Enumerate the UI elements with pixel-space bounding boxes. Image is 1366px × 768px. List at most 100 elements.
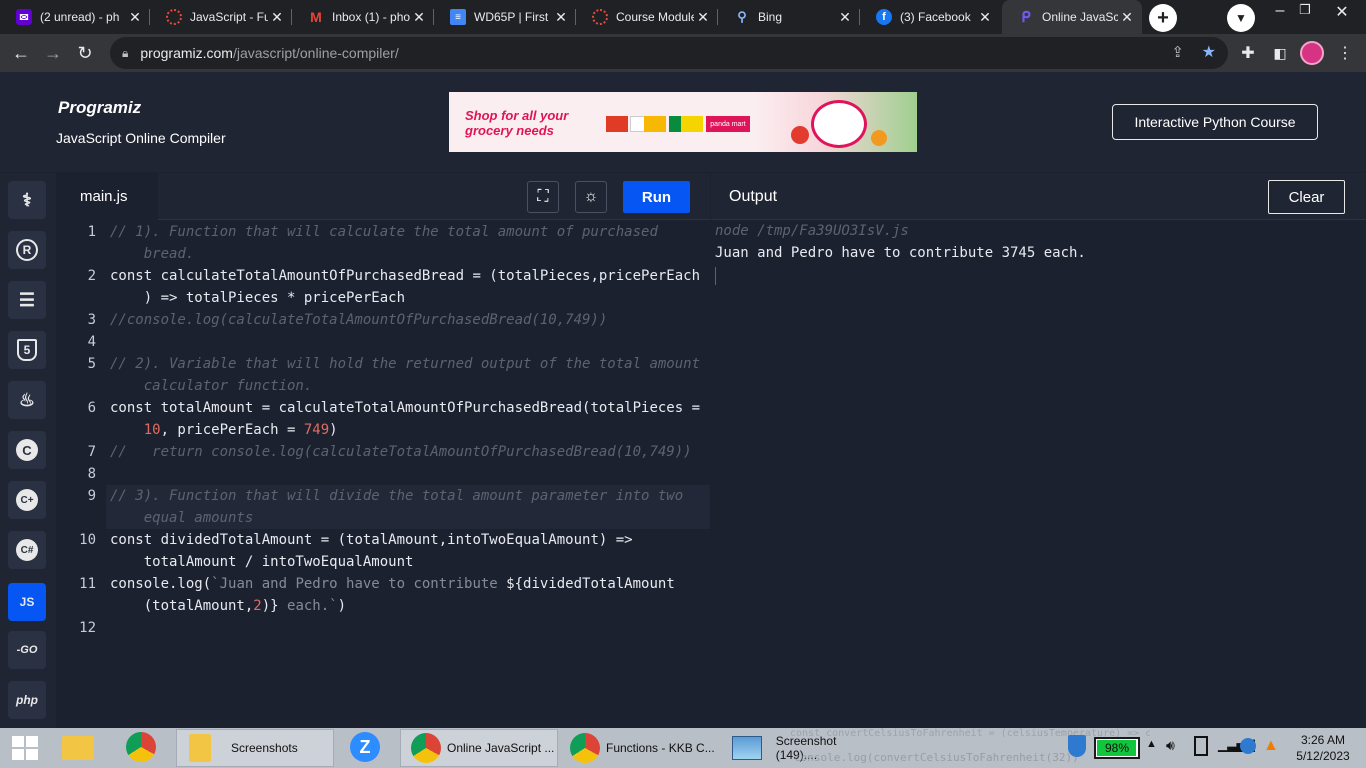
output-console[interactable]: node /tmp/Fa39UO3IsV.js Juan and Pedro h… bbox=[711, 221, 1366, 728]
zoom-pin[interactable]: Z bbox=[350, 732, 384, 764]
code-line: (totalAmount,2)} each.`) bbox=[110, 595, 710, 617]
c-button[interactable]: C bbox=[8, 431, 46, 469]
ad-store-logo bbox=[644, 116, 666, 132]
code-line: const totalAmount = calculateTotalAmount… bbox=[110, 397, 710, 419]
window-close-button[interactable]: ✕ bbox=[1327, 2, 1357, 26]
speaker-icon[interactable]: 🔊︎ bbox=[1166, 737, 1175, 754]
code-token: totalAmount = calculateTotalAmountOfPurc… bbox=[160, 400, 701, 416]
output-cursor bbox=[715, 267, 716, 285]
code-comment: //console.log(calculateTotalAmountOfPurc… bbox=[110, 312, 608, 328]
close-icon[interactable]: ✕ bbox=[268, 9, 286, 26]
csharp-icon: C# bbox=[16, 539, 38, 561]
go-button[interactable]: -GO bbox=[8, 631, 46, 669]
start-button[interactable] bbox=[12, 736, 38, 760]
browser-tab[interactable]: JavaScript - Fun ✕ bbox=[150, 0, 292, 34]
js-button[interactable]: JS bbox=[8, 583, 46, 621]
share-icon[interactable]: ⇪ bbox=[1171, 43, 1184, 61]
tab-search-button[interactable]: ▼ bbox=[1227, 4, 1255, 32]
html-button[interactable]: 5 bbox=[8, 331, 46, 369]
battery-indicator[interactable]: 98% bbox=[1094, 737, 1140, 759]
line-number: 5 bbox=[87, 356, 96, 372]
windows-logo-icon bbox=[12, 736, 38, 760]
php-button[interactable]: php bbox=[8, 681, 46, 719]
browser-tab-active[interactable]: ᑭ Online JavaScr ✕ bbox=[1002, 0, 1142, 34]
fruit-icon bbox=[871, 130, 887, 146]
bookmark-star-icon[interactable]: ★ bbox=[1202, 42, 1216, 62]
close-icon[interactable]: ✕ bbox=[410, 9, 428, 26]
side-panel-button[interactable]: ◧ bbox=[1265, 38, 1295, 68]
close-icon[interactable]: ✕ bbox=[126, 9, 144, 26]
advertisement-banner[interactable]: Shop for all your grocery needs panda ma… bbox=[449, 92, 917, 152]
extensions-button[interactable]: ✚ bbox=[1233, 38, 1263, 68]
taskbar-window[interactable]: Online JavaScript ... bbox=[400, 729, 558, 767]
reload-button[interactable]: ↻ bbox=[70, 38, 100, 68]
url-path: /javascript/online-compiler/ bbox=[232, 45, 399, 61]
code-number: 10 bbox=[143, 422, 161, 438]
tab-title: Inbox (1) - pho bbox=[332, 10, 410, 24]
close-icon[interactable]: ✕ bbox=[976, 9, 994, 26]
browser-tab[interactable]: ✉ (2 unread) - ph ✕ bbox=[0, 0, 150, 34]
code-comment: // 3). Function that will divide the tot… bbox=[110, 488, 684, 504]
file-explorer-pin[interactable] bbox=[62, 732, 98, 764]
code-line: console.log(`Juan and Pedro have to cont… bbox=[110, 573, 710, 595]
tab-title: Course Module bbox=[616, 10, 694, 24]
browser-tab[interactable]: ⚲ Bing ✕ bbox=[718, 0, 860, 34]
tab-title: JavaScript - Fun bbox=[190, 10, 268, 24]
editor-header: main.js ⛶ ☼ Run bbox=[56, 173, 710, 220]
close-icon: ✕ bbox=[1335, 4, 1349, 21]
fullscreen-button[interactable]: ⛶ bbox=[527, 181, 559, 213]
forward-button[interactable]: → bbox=[38, 38, 68, 68]
code-token: console.log( bbox=[110, 576, 212, 592]
browser-tab[interactable]: Course Module ✕ bbox=[576, 0, 718, 34]
code-token: ) bbox=[337, 598, 347, 614]
code-line: equal amounts bbox=[110, 507, 710, 529]
restore-button[interactable]: ❐ bbox=[1293, 2, 1317, 26]
tab-title: (3) Facebook bbox=[900, 10, 971, 24]
clear-button[interactable]: Clear bbox=[1268, 180, 1345, 214]
facebook-icon: f bbox=[876, 9, 892, 25]
close-icon[interactable]: ✕ bbox=[694, 9, 712, 26]
close-icon[interactable]: ✕ bbox=[1118, 9, 1136, 26]
code-number: 749 bbox=[303, 422, 330, 438]
app-tray-icon[interactable] bbox=[1240, 738, 1256, 754]
new-tab-button[interactable]: + bbox=[1149, 4, 1177, 32]
profile-avatar[interactable] bbox=[1300, 41, 1324, 65]
code-editor[interactable]: 1 // 1). Function that will calculate the… bbox=[56, 221, 710, 728]
line-number: 12 bbox=[79, 620, 96, 636]
close-icon[interactable]: ✕ bbox=[552, 9, 570, 26]
side-panel-icon: ◧ bbox=[1273, 44, 1287, 61]
sql-button[interactable]: ☰ bbox=[8, 281, 46, 319]
back-button[interactable]: ← bbox=[6, 38, 36, 68]
ad-badge: panda mart bbox=[706, 116, 750, 132]
code-comment: bread. bbox=[110, 246, 195, 262]
run-button[interactable]: Run bbox=[623, 181, 690, 213]
address-bar[interactable]: 🔒︎ programiz.com/javascript/online-compi… bbox=[110, 37, 1228, 69]
minimize-button[interactable]: – bbox=[1268, 2, 1292, 26]
programiz-logo[interactable]: Programiz bbox=[58, 98, 141, 118]
cpp-button[interactable]: C+ bbox=[8, 481, 46, 519]
security-shield-icon[interactable] bbox=[1068, 735, 1090, 761]
close-icon[interactable]: ✕ bbox=[836, 9, 854, 26]
system-clock[interactable]: 3:26 AM 5/12/2023 bbox=[1288, 732, 1358, 764]
browser-tab[interactable]: ≡ WD65P | First L ✕ bbox=[434, 0, 576, 34]
java-button[interactable]: ♨ bbox=[8, 381, 46, 419]
ad-headline: Shop for all your grocery needs bbox=[465, 108, 568, 138]
theme-toggle-button[interactable]: ☼ bbox=[575, 181, 607, 213]
csharp-button[interactable]: C# bbox=[8, 531, 46, 569]
taskbar-window[interactable]: Functions - KKB C... bbox=[560, 729, 718, 767]
browser-tab[interactable]: f (3) Facebook ✕ bbox=[860, 0, 1000, 34]
file-tab[interactable]: main.js bbox=[56, 173, 158, 220]
device-icon[interactable] bbox=[1194, 736, 1208, 756]
interactive-course-button[interactable]: Interactive Python Course bbox=[1112, 104, 1318, 140]
tray-chevron-icon[interactable]: ▲ bbox=[1146, 738, 1157, 750]
python-button[interactable]: ⚕ bbox=[8, 181, 46, 219]
taskbar-window[interactable]: Screenshots bbox=[176, 729, 334, 767]
code-token: (totalAmount, bbox=[110, 598, 254, 614]
browser-tab[interactable]: M Inbox (1) - pho ✕ bbox=[292, 0, 434, 34]
browser-menu-button[interactable]: ⋮ bbox=[1330, 38, 1360, 68]
code-comment: // 2). Variable that will hold the retur… bbox=[110, 356, 701, 372]
r-button[interactable]: R bbox=[8, 231, 46, 269]
code-line: // return console.log(calculateTotalAmou… bbox=[110, 441, 710, 463]
chrome-pin[interactable] bbox=[126, 732, 160, 764]
warning-tray-icon[interactable]: ▲ bbox=[1263, 737, 1279, 755]
